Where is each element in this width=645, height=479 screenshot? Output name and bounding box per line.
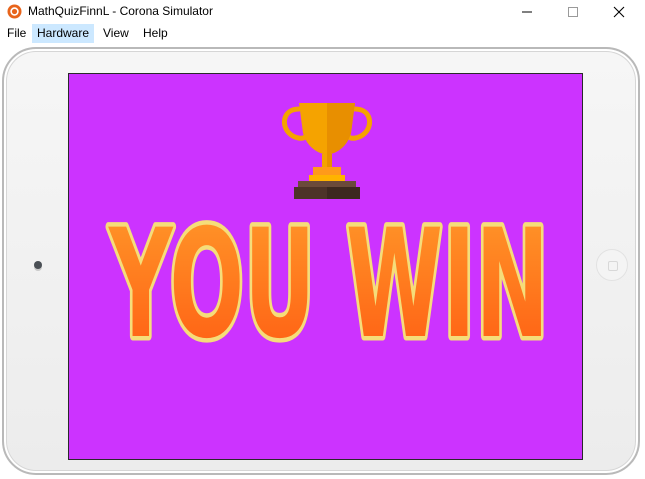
corona-simulator-window: MathQuizFinnL - Corona Simulator File Ha… <box>0 0 645 479</box>
menu-help[interactable]: Help <box>138 24 173 43</box>
minimize-button[interactable] <box>504 0 550 24</box>
window-title: MathQuizFinnL - Corona Simulator <box>28 4 213 18</box>
trophy-icon <box>281 103 373 199</box>
front-camera-dot <box>34 261 42 269</box>
you-win-graphic: YOU WIN <box>103 198 553 358</box>
app-screen[interactable]: YOU WIN <box>68 73 583 460</box>
you-win-text: YOU WIN <box>108 198 549 358</box>
simulator-area: YOU WIN <box>0 43 645 479</box>
menu-bar: File Hardware View Help <box>0 24 645 43</box>
close-icon <box>613 6 625 18</box>
home-button[interactable] <box>596 249 628 281</box>
menu-hardware[interactable]: Hardware <box>32 24 95 43</box>
home-button-icon <box>608 261 618 271</box>
maximize-button[interactable] <box>550 0 596 24</box>
menu-view[interactable]: View <box>98 24 134 43</box>
maximize-icon <box>568 7 578 17</box>
close-button[interactable] <box>596 0 642 24</box>
menu-file[interactable]: File <box>2 24 31 43</box>
corona-app-icon <box>7 4 22 19</box>
tablet-device-frame: YOU WIN <box>2 47 640 475</box>
minimize-icon <box>522 11 532 13</box>
title-bar[interactable]: MathQuizFinnL - Corona Simulator <box>0 0 645 24</box>
